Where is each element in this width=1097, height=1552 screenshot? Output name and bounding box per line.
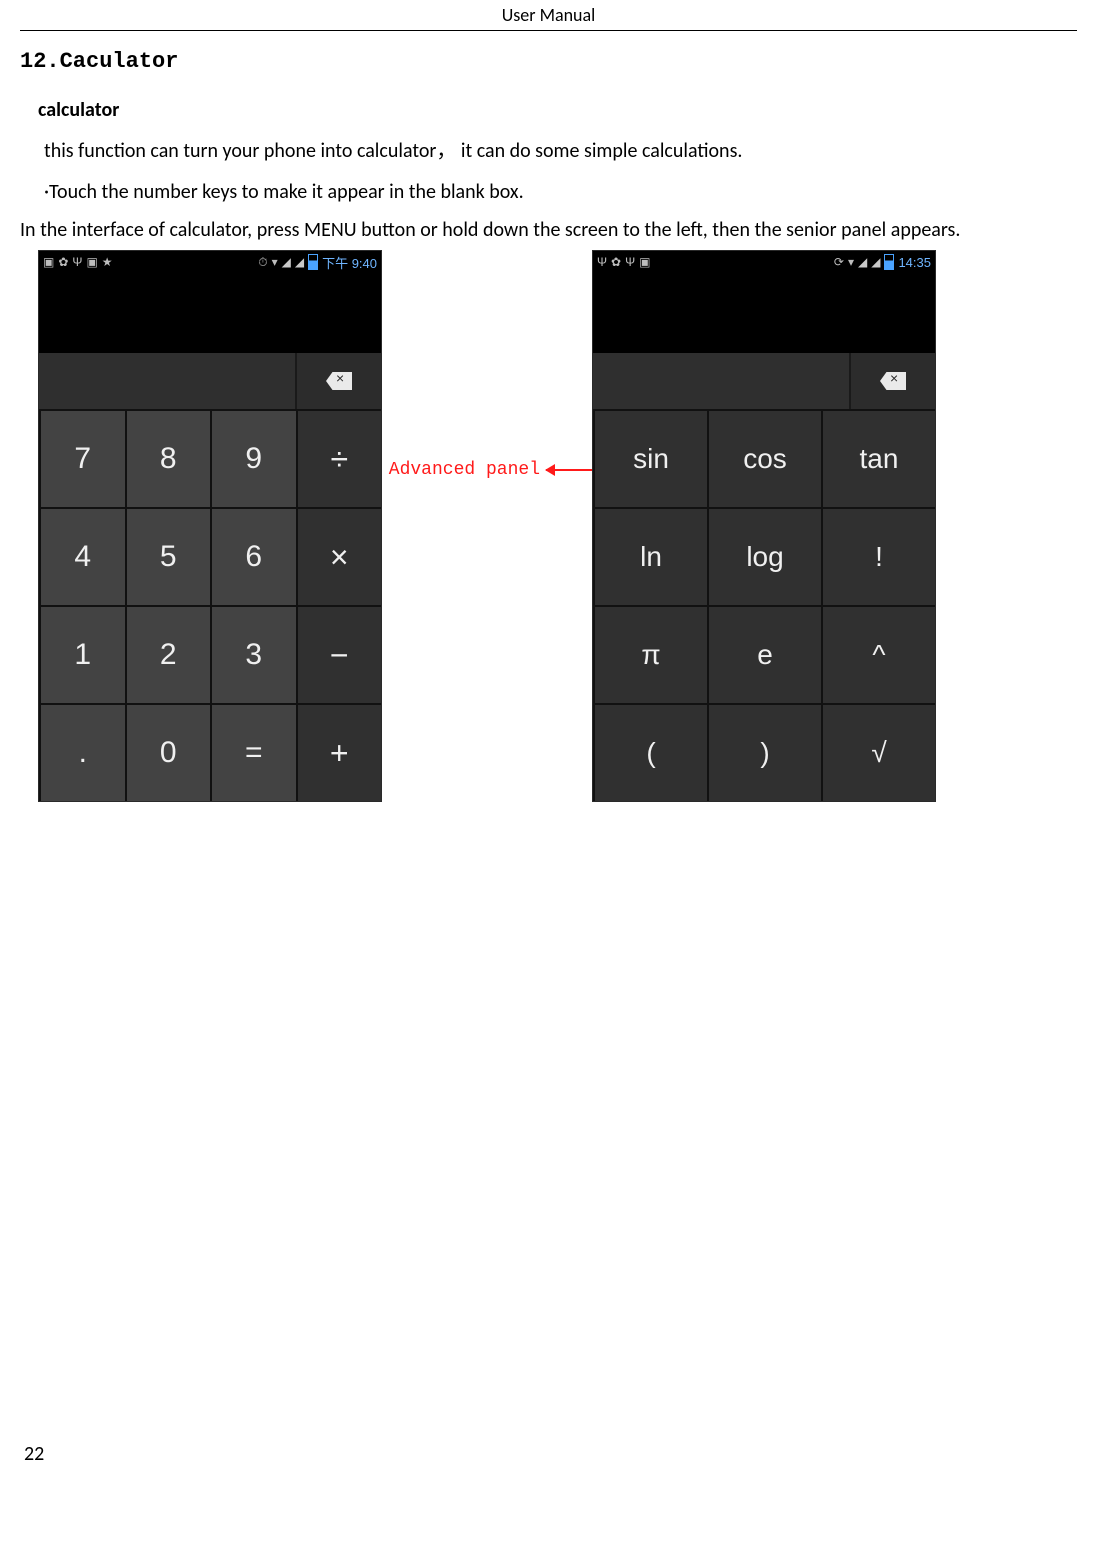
backspace-icon	[326, 372, 352, 390]
status-bar: Ψ ✿ Ψ ▣ ⟳ ▾ ◢ ◢ 14:35	[593, 251, 935, 273]
display-spacer	[39, 273, 381, 353]
key-cos[interactable]: cos	[707, 409, 821, 507]
key-5[interactable]: 5	[125, 507, 211, 605]
section-title-text: Caculator	[60, 49, 179, 74]
key-minus[interactable]: −	[296, 605, 382, 703]
usb2-icon: Ψ	[625, 255, 635, 269]
star-icon: ★	[102, 255, 113, 269]
battery-icon	[884, 254, 894, 270]
calc-display[interactable]	[593, 353, 849, 409]
wifi-icon: ▾	[272, 255, 278, 269]
status-bar: ▣ ✿ Ψ ▣ ★ ⏱ ▾ ◢ ◢ 下午 9:40	[39, 251, 381, 273]
key-factorial[interactable]: !	[821, 507, 935, 605]
signal2-icon: ◢	[871, 255, 880, 269]
settings-icon: ✿	[58, 255, 68, 269]
key-3[interactable]: 3	[210, 605, 296, 703]
section-number: 12.	[20, 49, 60, 74]
sync-icon: ⟳	[834, 255, 844, 269]
signal-icon: ◢	[282, 255, 291, 269]
arrow-left-icon	[546, 469, 592, 471]
key-plus[interactable]: +	[296, 703, 382, 801]
key-ln[interactable]: ln	[593, 507, 707, 605]
key-0[interactable]: 0	[125, 703, 211, 801]
key-9[interactable]: 9	[210, 409, 296, 507]
key-6[interactable]: 6	[210, 507, 296, 605]
clock-text: 14:35	[898, 255, 931, 270]
key-divide[interactable]: ÷	[296, 409, 382, 507]
usb-icon: Ψ	[597, 255, 607, 269]
battery-icon	[308, 254, 318, 270]
clock-text: 下午 9:40	[322, 253, 377, 272]
key-7[interactable]: 7	[39, 409, 125, 507]
bullet-text: ·Touch the number keys to make it appear…	[44, 180, 1077, 204]
key-rparen[interactable]: )	[707, 703, 821, 801]
key-8[interactable]: 8	[125, 409, 211, 507]
usb-icon: Ψ	[72, 255, 82, 269]
instruction-text: In the interface of calculator, press ME…	[20, 218, 1077, 242]
key-4[interactable]: 4	[39, 507, 125, 605]
key-equals[interactable]: =	[210, 703, 296, 801]
wifi-icon: ▾	[848, 255, 854, 269]
settings-icon: ✿	[611, 255, 621, 269]
backspace-icon	[880, 372, 906, 390]
backspace-button[interactable]	[849, 353, 935, 409]
key-1[interactable]: 1	[39, 605, 125, 703]
intro-text: this function can turn your phone into c…	[44, 136, 1077, 166]
page-number: 22	[20, 1442, 1077, 1466]
section-heading: 12. Caculator	[20, 49, 1077, 74]
key-e[interactable]: e	[707, 605, 821, 703]
key-sin[interactable]: sin	[593, 409, 707, 507]
annotation-label: Advanced panel	[389, 460, 540, 480]
key-pi[interactable]: π	[593, 605, 707, 703]
key-multiply[interactable]: ×	[296, 507, 382, 605]
screenshot-advanced-calculator: Ψ ✿ Ψ ▣ ⟳ ▾ ◢ ◢ 14:35	[592, 250, 936, 802]
signal2-icon: ◢	[295, 255, 304, 269]
calc-display[interactable]	[39, 353, 295, 409]
key-lparen[interactable]: (	[593, 703, 707, 801]
display-spacer	[593, 273, 935, 353]
annotation-advanced-panel: Advanced panel	[389, 460, 592, 480]
page-header: User Manual	[20, 0, 1077, 31]
signal-icon: ◢	[858, 255, 867, 269]
notif-icon: ▣	[43, 255, 54, 269]
key-tan[interactable]: tan	[821, 409, 935, 507]
key-power[interactable]: ^	[821, 605, 935, 703]
key-sqrt[interactable]: √	[821, 703, 935, 801]
alarm-icon: ⏱	[258, 255, 267, 270]
msg-icon: ▣	[86, 255, 97, 269]
sub-heading: calculator	[38, 98, 1077, 122]
key-log[interactable]: log	[707, 507, 821, 605]
screenshot-basic-calculator: ▣ ✿ Ψ ▣ ★ ⏱ ▾ ◢ ◢ 下午 9:40	[38, 250, 382, 802]
key-dot[interactable]: .	[39, 703, 125, 801]
screenshot-icon: ▣	[639, 255, 650, 269]
key-2[interactable]: 2	[125, 605, 211, 703]
backspace-button[interactable]	[295, 353, 381, 409]
